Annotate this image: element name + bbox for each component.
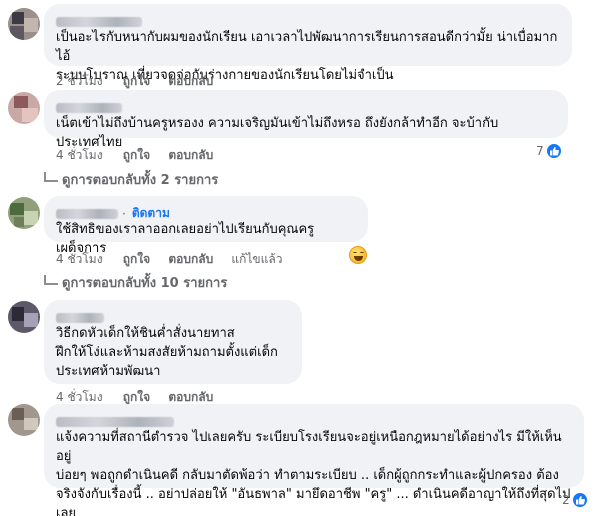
view-replies-link[interactable]: ดูการตอบกลับทั้ง 2 รายการ (44, 169, 218, 190)
reply-arrow-icon (44, 172, 58, 182)
comment-actions: 4 ชั่วโมง ถูกใจ ตอบกลับ แก้ไขแล้ว (56, 250, 298, 269)
follow-button[interactable]: ติดตาม (132, 206, 170, 220)
laughing-emoji-icon[interactable] (349, 246, 367, 264)
avatar[interactable] (8, 197, 40, 229)
comment-bubble: · ติดตาม ใช้สิทธิของเราลาออกเลยอย่าไปเรีย… (44, 196, 368, 256)
like-icon (571, 492, 588, 508)
comment-time[interactable]: 2 ชั่วโมง (56, 74, 103, 88)
comment-bubble: วิธีกดหัวเด็กให้ชินค่ำสั่งนายทาส ฝึกให้โ… (44, 300, 302, 384)
reaction-summary[interactable]: 7 (536, 143, 562, 159)
author-name[interactable] (56, 97, 556, 113)
edited-label: แก้ไขแล้ว (231, 252, 283, 266)
comment-text: วิธีกดหัวเด็กให้ชินค่ำสั่งนายทาส ฝึกให้โ… (56, 326, 278, 379)
comment-bubble: แจ้งความที่สถานีตำรวจ ไปเลยครับ ระเบียบโ… (44, 404, 584, 516)
comment-bubble: เป็นอะไรกับหนากับผมของนักเรียน เอาเวลาไป… (44, 4, 572, 83)
comment-actions: 2 ชั่วโมง ถูกใจ ตอบกลับ (56, 72, 227, 91)
comment-time[interactable]: 4 ชั่วโมง (56, 390, 103, 404)
view-replies-label: ดูการตอบกลับทั้ง 10 รายการ (62, 276, 228, 291)
reaction-summary[interactable]: 2 (562, 492, 588, 508)
avatar[interactable] (8, 8, 40, 40)
comment-time[interactable]: 4 ชั่วโมง (56, 252, 103, 266)
reply-button[interactable]: ตอบกลับ (168, 390, 213, 404)
avatar[interactable] (8, 404, 40, 436)
comment-bubble: เน็ตเข้าไม่ถึงบ้านครูหรองง ความเจริญมันเ… (44, 90, 568, 150)
like-button[interactable]: ถูกใจ (123, 390, 150, 404)
like-icon (545, 143, 562, 159)
reply-button[interactable]: ตอบกลับ (168, 252, 213, 266)
like-button[interactable]: ถูกใจ (123, 148, 150, 162)
reaction-count: 2 (562, 493, 570, 507)
like-button[interactable]: ถูกใจ (123, 252, 150, 266)
comment-text: แจ้งความที่สถานีตำรวจ ไปเลยครับ ระเบียบโ… (56, 430, 571, 516)
author-name[interactable] (56, 307, 290, 323)
reply-button[interactable]: ตอบกลับ (168, 74, 213, 88)
view-replies-link[interactable]: ดูการตอบกลับทั้ง 10 รายการ (44, 272, 227, 293)
author-name[interactable] (56, 11, 560, 27)
comment-time[interactable]: 4 ชั่วโมง (56, 148, 103, 162)
view-replies-label: ดูการตอบกลับทั้ง 2 รายการ (62, 173, 219, 188)
reaction-count: 7 (536, 144, 544, 158)
reply-button[interactable]: ตอบกลับ (168, 148, 213, 162)
avatar[interactable] (8, 301, 40, 333)
author-name[interactable] (56, 411, 572, 427)
avatar[interactable] (8, 92, 40, 124)
reply-arrow-icon (44, 275, 58, 285)
comment-actions: 4 ชั่วโมง ถูกใจ ตอบกลับ (56, 146, 227, 165)
like-button[interactable]: ถูกใจ (123, 74, 150, 88)
author-name[interactable]: · ติดตาม (56, 203, 356, 221)
